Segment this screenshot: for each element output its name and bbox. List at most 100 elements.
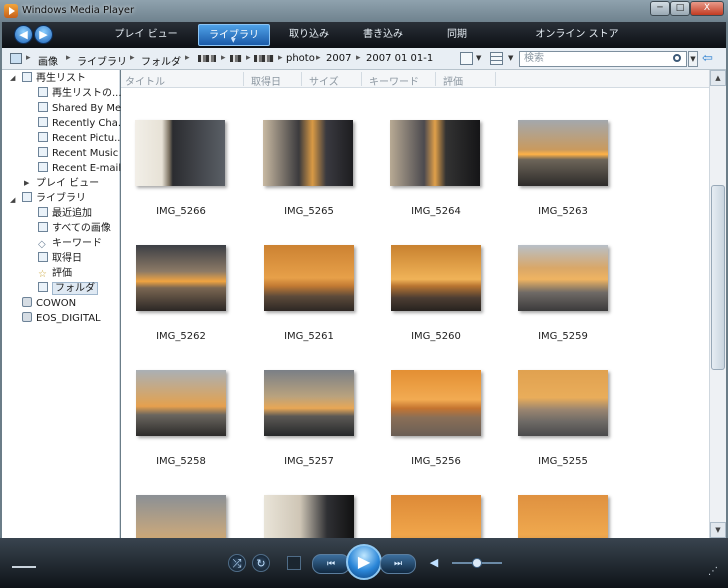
breadcrumb-folder[interactable]: フォルダ [141,53,181,68]
image-thumbnail[interactable] [518,245,608,311]
tab-sync[interactable]: 同期 [430,24,484,46]
breadcrumb-current-folder[interactable]: 2007 01 01-1 [366,53,433,64]
image-thumbnail[interactable] [264,245,354,311]
folder-icon [38,282,48,292]
breadcrumb-library[interactable]: ライブラリ [77,53,127,68]
image-thumbnail[interactable] [136,370,226,436]
speaker-icon[interactable]: ◀ [426,554,442,572]
sidebar-item-rating[interactable]: ☆ 評価 [38,267,72,281]
column-divider[interactable] [361,72,362,86]
image-thumbnail[interactable] [518,370,608,436]
resize-grip-icon[interactable]: ⋰ [708,566,722,580]
minimize-button[interactable]: ─ [650,1,670,16]
sidebar-item-label: すべての画像 [52,223,111,234]
previous-button[interactable]: ⏮ [312,554,350,574]
column-title[interactable]: タイトル [125,73,165,88]
chevron-down-icon[interactable]: ▼ [508,54,513,62]
image-thumbnail[interactable] [391,370,481,436]
view-options-icon[interactable] [460,52,473,65]
column-divider[interactable] [301,72,302,86]
image-thumbnail[interactable] [391,245,481,311]
maximize-button[interactable]: □ [670,1,690,16]
image-thumbnail[interactable] [136,245,226,311]
layout-options-icon[interactable] [490,52,503,65]
column-rating[interactable]: 評価 [443,73,463,88]
sidebar-item-recently-added[interactable]: 最近追加 [38,207,92,221]
image-thumbnail[interactable] [135,120,225,186]
sidebar-item-label: 再生リスト [36,73,86,84]
column-size[interactable]: サイズ [309,73,339,88]
close-button[interactable]: X [690,1,724,16]
chevron-down-icon[interactable]: ▼ [476,54,481,62]
playlist-icon [38,102,48,112]
window-title: Windows Media Player [22,5,135,16]
sidebar-item-playlist[interactable]: Shared By Me [38,102,121,116]
image-thumbnail[interactable] [264,370,354,436]
recent-icon [38,207,48,217]
breadcrumb-separator: ▸ [278,53,283,63]
chevron-down-icon[interactable]: ▼ [231,38,236,44]
tab-burn[interactable]: 書き込み [352,24,414,46]
column-date-taken[interactable]: 取得日 [251,73,281,88]
image-thumbnail[interactable] [518,495,608,538]
image-caption: IMG_5257 [284,456,334,467]
collapse-icon[interactable]: ◢ [10,196,15,204]
sidebar-item-playlists[interactable]: 再生リスト [22,72,86,86]
tab-rip[interactable]: 取り込み [278,24,340,46]
volume-knob[interactable] [472,558,482,568]
sidebar-item-label: 評価 [52,268,72,279]
image-thumbnail[interactable] [264,495,354,538]
tab-library[interactable]: ライブラリ ▼ [198,24,270,46]
column-divider[interactable] [243,72,244,86]
sidebar-item-device-eos[interactable]: EOS_DIGITAL [22,312,101,326]
column-divider[interactable] [495,72,496,86]
shuffle-button[interactable]: ⤮ [228,554,246,572]
sidebar-item-playlist[interactable]: Recent Music [38,147,118,161]
column-divider[interactable] [435,72,436,86]
tab-play-view[interactable]: プレイ ビュー [102,24,190,46]
image-thumbnail[interactable] [390,120,480,186]
image-thumbnail[interactable] [263,120,353,186]
sidebar-item-label: 取得日 [52,253,82,264]
play-button[interactable]: ▶ [346,544,382,580]
next-button[interactable]: ⏭ [380,554,416,574]
sidebar-item-playlist[interactable]: Recent Pictu... [38,132,124,146]
breadcrumb-pictures[interactable]: 画像 [38,53,58,68]
scroll-thumb[interactable] [711,185,725,370]
back-button[interactable]: ◀ [14,25,33,44]
sidebar-item-play-view[interactable]: プレイ ビュー [36,177,99,191]
sidebar-item-playlist[interactable]: 再生リストの... [38,87,122,101]
search-input[interactable]: 検索 [519,51,687,67]
arrow-left-icon[interactable]: ⇦ [702,52,716,66]
repeat-button[interactable]: ↻ [252,554,270,572]
tab-online-store[interactable]: オンライン ストア [522,24,632,46]
sidebar-item-all-pictures[interactable]: すべての画像 [38,222,111,236]
search-dropdown-button[interactable]: ▼ [688,51,698,67]
sidebar-item-label: プレイ ビュー [36,178,100,189]
search-icon[interactable] [673,54,681,62]
breadcrumb-photo[interactable]: photo [286,53,315,64]
image-thumbnail[interactable] [391,495,481,538]
sidebar-item-library[interactable]: ライブラリ [22,192,86,206]
column-keywords[interactable]: キーワード [369,73,419,88]
collapse-icon[interactable]: ◢ [10,74,15,82]
playlist-icon [38,132,48,142]
forward-button[interactable]: ▶ [34,25,53,44]
scroll-up-button[interactable]: ▲ [710,70,726,86]
sidebar-item-date-taken[interactable]: 取得日 [38,252,82,266]
image-thumbnail[interactable] [136,495,226,538]
scroll-down-button[interactable]: ▼ [710,522,726,538]
sidebar-item-playlist[interactable]: Recently Cha... [38,117,127,131]
sidebar-item-folder[interactable]: フォルダ [38,282,98,296]
breadcrumb-year[interactable]: 2007 [326,53,351,64]
stop-button[interactable] [287,556,301,570]
image-caption: IMG_5261 [284,331,334,342]
star-icon: ☆ [38,269,47,280]
sidebar-item-playlist[interactable]: Recent E-mail [38,162,121,176]
device-icon [22,312,32,322]
image-thumbnail[interactable] [518,120,608,186]
vertical-scrollbar[interactable]: ▲ ▼ [709,70,726,538]
sidebar-item-keywords[interactable]: ◇ キーワード [38,237,102,251]
sidebar-item-device-cowon[interactable]: COWON [22,297,76,311]
mini-mode-handle[interactable] [12,566,36,568]
